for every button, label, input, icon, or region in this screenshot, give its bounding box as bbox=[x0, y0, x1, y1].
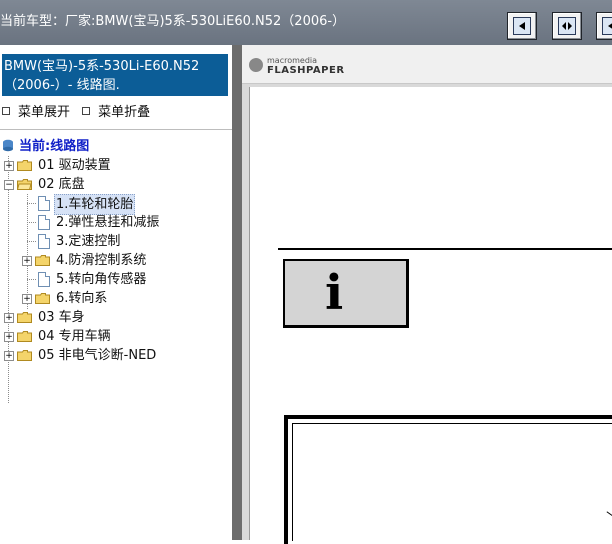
database-icon bbox=[3, 139, 13, 152]
prev-page-button[interactable] bbox=[507, 12, 537, 40]
expand-plus-icon[interactable]: + bbox=[4, 351, 14, 361]
next-page-button[interactable] bbox=[596, 12, 612, 40]
tree-item-steering-system[interactable]: + 6.转向系 bbox=[0, 289, 230, 308]
divider bbox=[0, 129, 232, 130]
model-header: BMW(宝马)-5系-530Li-E60.N52 （2006-）- 线路图. bbox=[2, 54, 228, 96]
folder-icon bbox=[35, 255, 50, 266]
document-icon bbox=[38, 196, 50, 211]
tree-item-suspension[interactable]: 2.弹性悬挂和减振 bbox=[0, 213, 230, 232]
viewer-toolbar: macromedia FLASHPAPER bbox=[242, 45, 612, 84]
navigation-pane: BMW(宝马)-5系-530Li-E60.N52 （2006-）- 线路图. 菜… bbox=[0, 45, 233, 540]
tree-current-label: 当前:线路图 bbox=[19, 139, 90, 154]
document-icon bbox=[38, 272, 50, 287]
tree-item-steering-angle-sensor[interactable]: 5.转向角传感器 bbox=[0, 270, 230, 289]
prev-page-icon bbox=[513, 17, 531, 35]
horizontal-rule bbox=[278, 248, 612, 250]
tree-item-02[interactable]: − 02 底盘 bbox=[0, 175, 230, 194]
model-header-line1: BMW(宝马)-5系-530Li-E60.N52 bbox=[4, 59, 200, 74]
folder-icon bbox=[17, 331, 32, 342]
tree-item-05[interactable]: + 05 非电气诊断-NED bbox=[0, 346, 230, 365]
expand-plus-icon[interactable]: + bbox=[4, 161, 14, 171]
folder-icon bbox=[35, 293, 50, 304]
tree-item-traction-control[interactable]: + 4.防滑控制系统 bbox=[0, 251, 230, 270]
expand-plus-icon[interactable]: + bbox=[22, 294, 32, 304]
fit-page-icon bbox=[558, 17, 576, 35]
next-icon bbox=[602, 17, 612, 35]
tree-item-cruise-control[interactable]: 3.定速控制 bbox=[0, 232, 230, 251]
folder-icon bbox=[17, 160, 32, 171]
tree-item-wheels-tires[interactable]: 1.车轮和轮胎 bbox=[0, 194, 230, 215]
fit-page-button[interactable] bbox=[552, 12, 582, 40]
document-icon bbox=[38, 234, 50, 249]
folder-icon bbox=[17, 312, 32, 323]
tree-item-03[interactable]: + 03 车身 bbox=[0, 308, 230, 327]
square-icon bbox=[82, 107, 91, 115]
tree-item-04[interactable]: + 04 专用车辆 bbox=[0, 327, 230, 346]
info-box: i bbox=[283, 259, 409, 328]
window-title: 当前车型：厂家:BMW(宝马)5系-530LiE60.N52（2006-） bbox=[0, 14, 346, 29]
flashpaper-logo-icon bbox=[249, 58, 263, 72]
expand-plus-icon[interactable]: + bbox=[4, 313, 14, 323]
document-viewer: macromedia FLASHPAPER i bbox=[242, 45, 612, 544]
expand-all-button[interactable]: 菜单展开 bbox=[2, 101, 70, 120]
square-icon bbox=[2, 107, 10, 115]
model-header-line2: （2006-）- 线路图. bbox=[4, 78, 120, 93]
folder-icon bbox=[17, 350, 32, 361]
menu-actions: 菜单展开 菜单折叠 bbox=[2, 101, 158, 120]
pane-splitter[interactable] bbox=[232, 45, 242, 540]
diagram-frame-inner bbox=[292, 423, 612, 541]
document-page[interactable]: i bbox=[249, 87, 612, 544]
collapse-all-button[interactable]: 菜单折叠 bbox=[82, 101, 150, 120]
expand-plus-icon[interactable]: + bbox=[22, 256, 32, 266]
collapse-minus-icon[interactable]: − bbox=[4, 180, 14, 190]
title-bar: 当前车型：厂家:BMW(宝马)5系-530LiE60.N52（2006-） bbox=[0, 0, 612, 45]
tree-item-01[interactable]: + 01 驱动装置 bbox=[0, 156, 230, 175]
folder-open-icon bbox=[17, 179, 32, 190]
info-icon: i bbox=[325, 265, 344, 321]
expand-plus-icon[interactable]: + bbox=[4, 332, 14, 342]
document-icon bbox=[38, 215, 50, 230]
